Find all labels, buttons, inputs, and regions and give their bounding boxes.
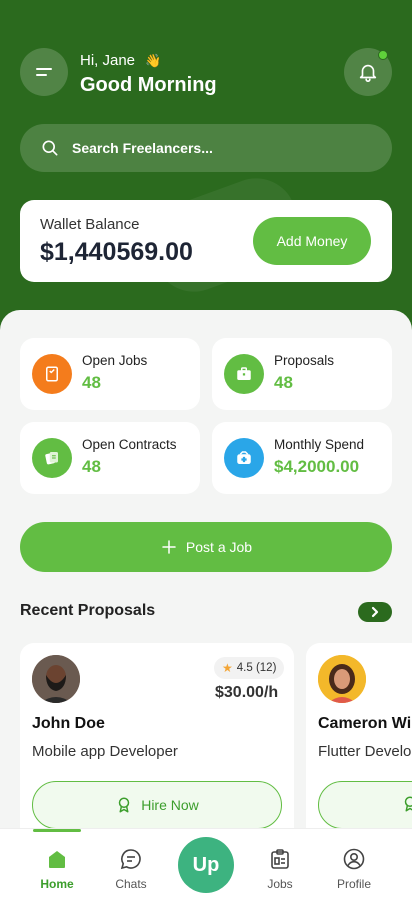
stat-open-contracts[interactable]: Open Contracts 48	[20, 422, 200, 494]
menu-icon	[36, 68, 52, 76]
briefcase-icon	[224, 354, 264, 394]
hire-now-button[interactable]: Hire Now	[32, 781, 282, 829]
stat-proposals[interactable]: Proposals 48	[212, 338, 392, 410]
bookmark-icon	[32, 354, 72, 394]
wallet-icon	[224, 438, 264, 478]
search-placeholder: Search Freelancers...	[72, 140, 213, 156]
stat-value: 48	[82, 373, 101, 392]
stat-label: Monthly Spend	[274, 437, 365, 452]
wave-icon: 👋	[145, 53, 162, 68]
stat-open-jobs[interactable]: Open Jobs 48	[20, 338, 200, 410]
nav-chats[interactable]: Chats	[101, 847, 161, 891]
nav-label: Chats	[115, 877, 147, 891]
header-hero: Hi, Jane 👋 Good Morning Search Freelance…	[0, 0, 412, 340]
see-all-button[interactable]	[358, 602, 392, 622]
chat-icon	[120, 849, 141, 870]
wallet-label: Wallet Balance	[40, 216, 140, 233]
rating-badge: ★ 4.5 (12)	[214, 657, 285, 679]
active-tab-indicator	[33, 829, 81, 832]
bell-icon	[359, 64, 377, 82]
stat-value: 48	[82, 457, 101, 476]
greeting-text: Hi, Jane	[80, 52, 136, 69]
stat-label: Open Contracts	[82, 437, 177, 452]
notifications-button[interactable]	[344, 48, 392, 96]
freelancer-name: John Doe	[32, 715, 105, 732]
plus-icon	[162, 540, 176, 554]
post-job-label: Post a Job	[185, 539, 253, 555]
nav-label: Jobs	[267, 877, 293, 891]
profile-icon	[343, 848, 365, 870]
nav-profile[interactable]: Profile	[324, 847, 384, 891]
rating-value: 4.5 (12)	[236, 662, 277, 674]
freelancer-name: Cameron Williamson	[318, 715, 412, 732]
search-icon	[42, 140, 58, 156]
post-job-button[interactable]: Post a Job	[20, 522, 392, 572]
jobs-icon	[271, 849, 289, 869]
wallet-card: Wallet Balance $1,440569.00 Add Money	[20, 200, 392, 282]
menu-button[interactable]	[20, 48, 68, 96]
wallet-balance: $1,440569.00	[40, 238, 193, 266]
freelancer-role: Mobile app Developer	[32, 743, 178, 760]
award-icon	[118, 797, 130, 813]
hourly-rate: $30.00/h	[215, 684, 279, 701]
page-title: Good Morning	[80, 74, 217, 96]
app-logo-button[interactable]: Up	[178, 837, 234, 893]
bottom-nav: Home Chats Up Jobs Profile	[0, 828, 412, 917]
chevron-right-icon	[371, 606, 379, 618]
stat-label: Open Jobs	[82, 353, 148, 368]
stat-monthly-spend[interactable]: Monthly Spend $4,2000.00	[212, 422, 392, 494]
star-icon: ★	[222, 661, 233, 675]
nav-label: Profile	[336, 877, 371, 891]
hire-now-button[interactable]	[318, 781, 412, 829]
avatar	[318, 655, 366, 703]
award-icon	[401, 794, 412, 817]
notification-dot	[378, 50, 388, 60]
contract-icon	[32, 438, 72, 478]
nav-label: Home	[40, 877, 74, 891]
add-money-button[interactable]: Add Money	[253, 217, 371, 265]
proposal-card[interactable]: ★ 4.5 (12) $30.00/h John Doe Mobile app …	[20, 643, 294, 843]
greeting: Hi, Jane 👋	[80, 52, 161, 69]
search-input[interactable]: Search Freelancers...	[20, 124, 392, 172]
section-title: Recent Proposals	[20, 602, 156, 619]
stat-value: $4,2000.00	[274, 457, 360, 476]
freelancer-role: Flutter Developer	[318, 743, 412, 760]
home-icon	[49, 851, 65, 868]
stat-label: Proposals	[274, 353, 335, 368]
stat-value: 48	[274, 373, 293, 392]
avatar	[32, 655, 80, 703]
nav-home[interactable]: Home	[27, 847, 87, 891]
nav-jobs[interactable]: Jobs	[250, 847, 310, 891]
hire-now-label: Hire Now	[141, 797, 199, 813]
proposal-card[interactable]: Cameron Williamson Flutter Developer	[306, 643, 412, 843]
